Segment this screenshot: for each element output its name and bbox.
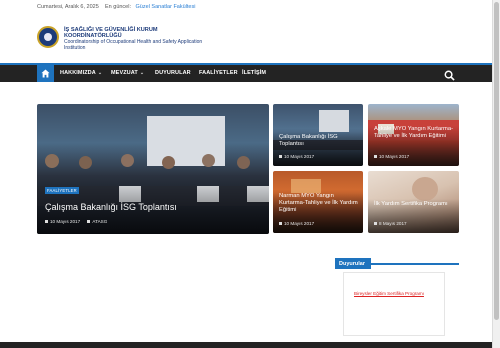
nav-item-mevzuat[interactable]: MEVZUAT ⌄ bbox=[111, 70, 144, 76]
post-author[interactable]: ATASG bbox=[92, 219, 107, 224]
footer-bar bbox=[0, 342, 492, 348]
grid-post-meta: 8 Mayıs 2017 bbox=[374, 221, 407, 226]
post-date[interactable]: 10 Mayıs 2017 bbox=[50, 219, 80, 224]
grid-post[interactable]: Çalışma Bakanlığı İSG Toplantısı 10 Mayı… bbox=[273, 104, 363, 166]
nav-item-label: MEVZUAT bbox=[111, 70, 138, 76]
featured-post[interactable]: FAALİYETLER Çalışma Bakanlığı İSG Toplan… bbox=[37, 104, 269, 234]
calendar-icon bbox=[279, 155, 282, 159]
home-icon bbox=[41, 69, 50, 78]
widget-title: Duyurular bbox=[335, 258, 371, 269]
top-bar: Cumartesi, Aralık 6, 2025 En güncel: Güz… bbox=[0, 0, 492, 14]
nav-item-label: FAALİYETLER bbox=[199, 70, 238, 76]
grid-post-title[interactable]: Çalışma Bakanlığı İSG Toplantısı bbox=[279, 134, 359, 148]
main-nav: HAKKIMIZDA ⌄ MEVZUAT ⌄ DUYURULAR FAALİYETL… bbox=[0, 63, 492, 82]
announcement-link[interactable]: Bireysler Eğitim Sertifika Programı bbox=[354, 291, 424, 296]
grid-post[interactable]: İlk Yardım Sertifika Programı 8 Mayıs 20… bbox=[368, 171, 459, 233]
latest-label: En güncel: bbox=[105, 4, 131, 10]
post-date[interactable]: 8 Mayıs 2017 bbox=[379, 221, 407, 226]
grid-post-title[interactable]: Narman MYO Yangın Kurtarma-Tahliye ve İl… bbox=[279, 193, 359, 214]
widget-body: Bireysler Eğitim Sertifika Programı bbox=[343, 272, 445, 336]
announcements-widget: Duyurular Bireysler Eğitim Sertifika Pro… bbox=[335, 252, 459, 336]
grid-post-title[interactable]: İlk Yardım Sertifika Programı bbox=[374, 201, 456, 208]
calendar-icon bbox=[374, 222, 377, 226]
category-badge[interactable]: FAALİYETLER bbox=[45, 187, 79, 194]
nav-item-label: DUYURULAR bbox=[155, 70, 191, 76]
latest-news-link[interactable]: Güzel Sanatlar Fakültesi bbox=[136, 4, 196, 10]
page-scrollbar[interactable] bbox=[492, 0, 500, 348]
grid-post-meta: 10 Mayıs 2017 bbox=[374, 154, 409, 159]
chevron-down-icon: ⌄ bbox=[97, 70, 103, 76]
calendar-icon bbox=[279, 222, 282, 226]
post-date[interactable]: 10 Mayıs 2017 bbox=[284, 154, 314, 159]
grid-post-meta: 10 Mayıs 2017 bbox=[279, 221, 314, 226]
user-icon bbox=[87, 220, 91, 224]
post-date[interactable]: 10 Mayıs 2017 bbox=[379, 154, 409, 159]
nav-item-hakkimizda[interactable]: HAKKIMIZDA ⌄ bbox=[60, 70, 102, 76]
page: Cumartesi, Aralık 6, 2025 En güncel: Güz… bbox=[0, 0, 492, 348]
grid-post[interactable]: Aşkale MYO Yangın Kurtarma-Tahliye ve İl… bbox=[368, 104, 459, 166]
search-icon bbox=[444, 70, 455, 81]
grid-post[interactable]: Narman MYO Yangın Kurtarma-Tahliye ve İl… bbox=[273, 171, 363, 233]
featured-post-meta: 10 Mayıs 2017 ATASG bbox=[45, 219, 107, 224]
home-button[interactable] bbox=[37, 65, 54, 82]
featured-post-title[interactable]: Çalışma Bakanlığı İSG Toplantısı bbox=[45, 202, 177, 212]
calendar-icon bbox=[374, 155, 377, 159]
nav-item-duyurular[interactable]: DUYURULAR bbox=[155, 70, 191, 76]
nav-item-faaliyetler[interactable]: FAALİYETLER bbox=[199, 70, 238, 76]
post-date[interactable]: 10 Mayıs 2017 bbox=[284, 221, 314, 226]
current-date: Cumartesi, Aralık 6, 2025 bbox=[37, 4, 99, 10]
latest-news: En güncel: Güzel Sanatlar Fakültesi bbox=[105, 4, 195, 10]
scrollbar-thumb[interactable] bbox=[494, 2, 499, 320]
grid-post-meta: 10 Mayıs 2017 bbox=[279, 154, 314, 159]
widget-header: Duyurular bbox=[335, 252, 459, 269]
nav-item-iletisim[interactable]: İLETİŞİM bbox=[242, 70, 266, 76]
nav-item-label: İLETİŞİM bbox=[242, 70, 267, 76]
nav-item-label: HAKKIMIZDA bbox=[60, 70, 96, 76]
university-seal-icon[interactable] bbox=[37, 26, 59, 48]
search-button[interactable] bbox=[444, 68, 455, 86]
chevron-down-icon: ⌄ bbox=[139, 70, 145, 76]
site-subtitle: Coordinatorship of Occupational Health a… bbox=[64, 39, 203, 51]
site-title[interactable]: İŞ SAĞLIĞI VE GÜVENLİĞİ KURUM KOORDİNATÖ… bbox=[64, 27, 204, 39]
calendar-icon bbox=[45, 220, 48, 224]
grid-post-title[interactable]: Aşkale MYO Yangın Kurtarma-Tahliye ve İl… bbox=[374, 126, 456, 140]
